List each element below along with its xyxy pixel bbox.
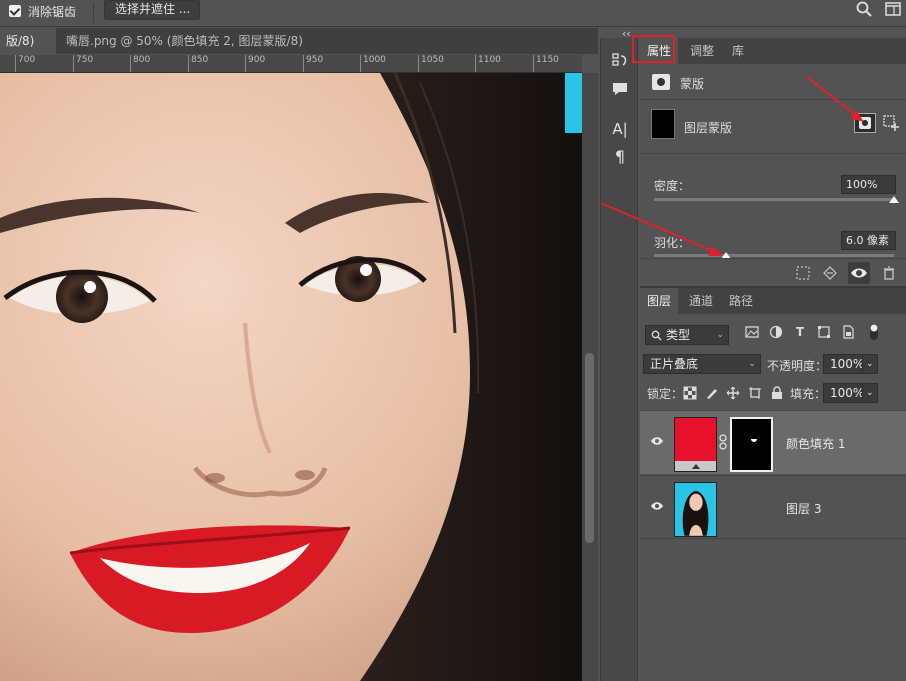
blend-mode-select[interactable]: 正片叠底 ⌄	[643, 354, 761, 374]
ruler-tick: 950	[303, 55, 323, 72]
chevron-down-icon: ⌄	[866, 359, 874, 369]
search-icon	[651, 330, 662, 341]
chevron-down-icon: ⌄	[748, 359, 756, 369]
link-icon[interactable]	[719, 434, 727, 450]
eye-icon[interactable]	[650, 500, 664, 512]
chevron-down-icon: ⌄	[866, 388, 874, 398]
options-bar: 消除锯齿 选择并遮住 ...	[0, 0, 906, 27]
layer-row[interactable]: 图层 3	[640, 475, 906, 539]
lock-label: 锁定：	[647, 387, 684, 401]
filter-toggle-icon[interactable]	[867, 322, 881, 342]
ruler-tick: 1000	[360, 55, 386, 72]
lock-transparent-icon[interactable]	[683, 386, 697, 400]
lock-position-icon[interactable]	[726, 386, 740, 400]
feather-slider[interactable]	[654, 252, 894, 259]
panel-tool-strip: A| ¶	[600, 38, 638, 681]
fill-layer-thumbnail[interactable]	[674, 417, 717, 472]
eye-icon[interactable]	[650, 435, 664, 447]
density-field[interactable]: 100%	[841, 175, 896, 194]
layer-mask-row: 图层蒙版	[640, 100, 906, 154]
feather-field[interactable]: 6.0 像素	[841, 231, 896, 250]
document-canvas[interactable]	[0, 73, 582, 681]
workspace-icon[interactable]	[885, 1, 901, 17]
comment-icon[interactable]	[611, 80, 629, 98]
layer-mask-thumbnail[interactable]	[651, 109, 675, 139]
ruler-tick: 800	[130, 55, 150, 72]
layer-name[interactable]: 颜色填充 1	[786, 435, 845, 452]
chevron-down-icon: ⌄	[716, 330, 724, 340]
fill-layer-thumbnail-marker	[692, 464, 700, 469]
tab-paths[interactable]: 路径	[722, 288, 760, 314]
density-label: 密度：	[654, 179, 691, 193]
smart-object-filter-icon[interactable]	[841, 325, 855, 339]
layer-row[interactable]: 颜色填充 1	[640, 410, 906, 474]
history-icon[interactable]	[611, 52, 629, 70]
select-and-mask-button[interactable]: 选择并遮住 ...	[104, 0, 200, 20]
layers-panel: 图层 通道 路径 类型 ⌄ T 正片叠底 ⌄ 不透明度： 100% ⌄ 锁定： 填充…	[640, 286, 906, 681]
doc-tab-1[interactable]: 版/8) *×	[0, 28, 56, 74]
portrait-image	[0, 73, 582, 681]
paragraph-icon[interactable]: ¶	[611, 148, 629, 166]
filter-kind-select[interactable]: 类型 ⌄	[645, 325, 729, 345]
properties-footer	[640, 258, 906, 286]
mask-title: 蒙版	[680, 77, 705, 91]
pixel-filter-icon[interactable]	[745, 325, 759, 339]
load-selection-icon[interactable]	[795, 265, 811, 281]
visibility-icon[interactable]	[848, 262, 870, 284]
ruler-tick: 750	[73, 55, 93, 72]
opacity-label: 不透明度：	[767, 359, 828, 373]
lock-artboard-icon[interactable]	[748, 386, 762, 400]
mask-header: 蒙版	[640, 64, 906, 100]
tab-libraries[interactable]: 库	[724, 38, 752, 64]
fill-label: 填充：	[790, 387, 827, 401]
layer-mask-thumbnail[interactable]	[730, 417, 773, 472]
horizontal-ruler: 700 750 800 850 900 950 1000 1050 1100 1…	[0, 55, 582, 73]
antialias-checkbox[interactable]	[9, 5, 21, 17]
scrollbar-thumb[interactable]	[585, 353, 594, 543]
lock-image-icon[interactable]	[705, 386, 719, 400]
mask-icon	[652, 74, 670, 90]
density-slider[interactable]	[654, 196, 899, 203]
search-icon[interactable]	[856, 1, 872, 17]
select-pixel-mask-button[interactable]	[854, 113, 876, 133]
ruler-tick: 700	[15, 55, 35, 72]
doc-tab-2[interactable]: 嘴唇.png @ 50% (颜色填充 2, 图层蒙版/8) *×	[58, 28, 316, 74]
blend-mode-value: 正片叠底	[650, 357, 699, 371]
ruler-tick: 1100	[475, 55, 501, 72]
trash-icon[interactable]	[881, 265, 897, 281]
mask-thumbnail-shape	[751, 439, 757, 442]
layer-mask-label: 图层蒙版	[684, 121, 733, 135]
tab-adjustments[interactable]: 调整	[682, 38, 722, 64]
opacity-dropdown[interactable]: ⌄	[862, 354, 878, 374]
tab-channels[interactable]: 通道	[682, 288, 720, 314]
apply-mask-icon[interactable]	[822, 265, 838, 281]
photo-layer-thumbnail[interactable]	[674, 482, 717, 537]
lock-all-icon[interactable]	[770, 386, 784, 400]
add-vector-mask-icon[interactable]	[882, 114, 900, 132]
adjustment-filter-icon[interactable]	[769, 325, 783, 339]
tab-layers[interactable]: 图层	[640, 288, 678, 314]
highlight-box	[632, 35, 675, 63]
properties-panel: 属性 调整 库 蒙版 图层蒙版 密度： 100% 羽化： 6.0 像素	[640, 38, 906, 286]
density-slider-handle[interactable]	[889, 196, 899, 203]
filter-kind-value: 类型	[666, 328, 691, 342]
ruler-tick: 1150	[533, 55, 559, 72]
character-icon[interactable]: A|	[611, 120, 629, 138]
fill-dropdown[interactable]: ⌄	[862, 383, 878, 403]
document-tabs: 版/8) *× 嘴唇.png @ 50% (颜色填充 2, 图层蒙版/8) *×	[0, 28, 598, 74]
ruler-tick: 850	[188, 55, 208, 72]
type-filter-icon[interactable]: T	[793, 325, 807, 339]
properties-tabs: 属性 调整 库	[640, 38, 906, 64]
layers-tabs: 图层 通道 路径	[640, 288, 906, 314]
antialias-label: 消除锯齿	[28, 5, 77, 19]
divider	[93, 3, 94, 23]
shape-filter-icon[interactable]	[817, 325, 831, 339]
vertical-scrollbar[interactable]	[582, 73, 598, 681]
ruler-tick: 1050	[418, 55, 444, 72]
layer-name[interactable]: 图层 3	[786, 500, 821, 517]
ruler-tick: 900	[245, 55, 265, 72]
feather-label: 羽化：	[654, 236, 691, 250]
